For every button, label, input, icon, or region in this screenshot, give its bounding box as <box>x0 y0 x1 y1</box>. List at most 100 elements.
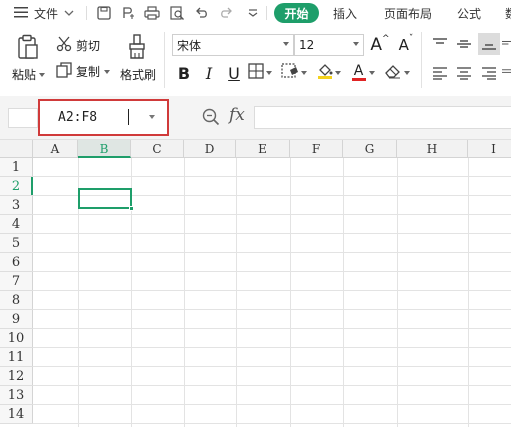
row-gridline <box>33 233 511 234</box>
search-icon <box>202 108 220 126</box>
align-middle-button[interactable] <box>453 33 475 55</box>
chevron-down-icon <box>404 71 410 75</box>
row-header-11[interactable]: 11 <box>0 348 33 367</box>
row-header-4[interactable]: 4 <box>0 215 33 234</box>
tab-home[interactable]: 开始 <box>274 3 319 23</box>
font-size-select[interactable]: 12 <box>294 34 364 56</box>
align-top-button[interactable] <box>429 33 451 55</box>
align-middle-icon <box>457 40 471 48</box>
column-header-d[interactable]: D <box>184 140 236 158</box>
justify-icon <box>502 69 511 73</box>
justify-button[interactable] <box>502 62 511 84</box>
row-gridline <box>33 214 511 215</box>
export-pdf-button[interactable] <box>119 0 137 26</box>
hamburger-icon <box>14 6 28 21</box>
chevron-down-icon <box>353 42 359 46</box>
clear-format-button[interactable] <box>385 62 410 84</box>
zoom-out-button[interactable] <box>202 108 220 126</box>
tab-data[interactable]: 数 <box>505 0 511 26</box>
column-header-b[interactable]: B <box>78 140 131 158</box>
chevron-down-icon <box>64 6 74 20</box>
menu-divider <box>86 6 87 20</box>
ribbon-divider <box>164 32 165 88</box>
active-cell-cursor[interactable] <box>78 188 134 211</box>
tab-formulas[interactable]: 公式 <box>457 0 481 26</box>
align-left-icon <box>433 67 447 80</box>
chevron-down-icon <box>335 71 341 75</box>
cut-button[interactable]: 剪切 <box>56 36 100 55</box>
ribbon-divider <box>421 32 422 88</box>
save-button[interactable] <box>95 0 113 26</box>
column-header-g[interactable]: G <box>343 140 397 158</box>
italic-button[interactable]: I <box>198 62 220 84</box>
font-name-select[interactable]: 宋体 <box>172 34 294 56</box>
underline-button[interactable]: U <box>223 62 245 84</box>
column-header-c[interactable]: C <box>131 140 184 158</box>
format-painter-button[interactable]: 格式刷 <box>120 66 156 83</box>
increase-font-button[interactable]: A ^ <box>369 34 391 56</box>
align-bottom-button[interactable] <box>478 33 500 55</box>
chevron-down-icon <box>283 42 289 46</box>
print-preview-icon <box>168 4 186 22</box>
paste-button[interactable]: 粘贴 <box>12 66 46 83</box>
column-header-f[interactable]: F <box>290 140 343 158</box>
row-gridline <box>33 252 511 253</box>
column-header-e[interactable]: E <box>236 140 290 158</box>
row-header-6[interactable]: 6 <box>0 253 33 272</box>
tab-page-layout[interactable]: 页面布局 <box>384 0 432 26</box>
row-header-14[interactable]: 14 <box>0 405 33 424</box>
row-header-13[interactable]: 13 <box>0 386 33 405</box>
row-gridline <box>33 309 511 310</box>
fill-color-button[interactable] <box>317 62 341 84</box>
fill-handle[interactable] <box>129 206 134 211</box>
fill-pattern-button[interactable] <box>281 62 307 84</box>
print-button[interactable] <box>143 0 161 26</box>
tab-insert[interactable]: 插入 <box>333 0 357 26</box>
row-header-12[interactable]: 12 <box>0 367 33 386</box>
undo-icon <box>193 4 211 22</box>
font-color-icon: A <box>351 64 366 81</box>
row-header-7[interactable]: 7 <box>0 272 33 291</box>
spreadsheet-grid[interactable]: A B C D E F G H I 1 2 3 4 5 6 7 8 9 10 11 12 13 14 <box>0 140 511 427</box>
copy-button[interactable]: 复制 <box>56 62 111 81</box>
scissors-icon <box>56 36 72 55</box>
align-left-button[interactable] <box>429 62 451 84</box>
quick-access-dropdown[interactable] <box>244 0 262 26</box>
decrease-font-button[interactable]: Aˇ <box>395 34 417 56</box>
align-right-icon <box>482 67 496 80</box>
row-header-3[interactable]: 3 <box>0 196 33 215</box>
row-header-9[interactable]: 9 <box>0 310 33 329</box>
column-header-h[interactable]: H <box>397 140 468 158</box>
column-header-i[interactable]: I <box>468 140 511 158</box>
column-header-a[interactable]: A <box>33 140 78 158</box>
paste-label: 粘贴 <box>12 68 37 82</box>
name-box[interactable]: A2:F8 <box>38 99 169 136</box>
name-box-value: A2:F8 <box>58 110 98 125</box>
undo-button[interactable] <box>193 0 211 26</box>
align-right-button[interactable] <box>478 62 500 84</box>
bold-button[interactable]: B <box>173 62 195 84</box>
row-header-5[interactable]: 5 <box>0 234 33 253</box>
print-preview-button[interactable] <box>168 0 186 26</box>
redo-button[interactable] <box>217 0 235 26</box>
main-menu-button[interactable]: 文件 <box>14 0 74 26</box>
format-painter-icon[interactable] <box>128 34 146 60</box>
row-header-8[interactable]: 8 <box>0 291 33 310</box>
row-gridline <box>33 290 511 291</box>
font-color-button[interactable]: A <box>351 62 375 84</box>
printer-icon <box>143 4 161 22</box>
paint-bucket-icon <box>317 63 333 83</box>
borders-button[interactable] <box>248 62 272 84</box>
paste-icon[interactable] <box>16 34 40 60</box>
row-header-2[interactable]: 2 <box>0 177 33 196</box>
formula-input[interactable] <box>254 106 511 129</box>
row-header-1[interactable]: 1 <box>0 158 33 177</box>
fx-insert-function-button[interactable]: fx <box>229 105 245 125</box>
row-gridline <box>33 423 511 424</box>
row-header-10[interactable]: 10 <box>0 329 33 348</box>
select-all-corner[interactable] <box>0 140 33 158</box>
align-center-button[interactable] <box>453 62 475 84</box>
wrap-text-button[interactable] <box>502 33 511 55</box>
chevron-down-icon[interactable] <box>149 115 155 119</box>
column-gridline <box>468 158 469 427</box>
